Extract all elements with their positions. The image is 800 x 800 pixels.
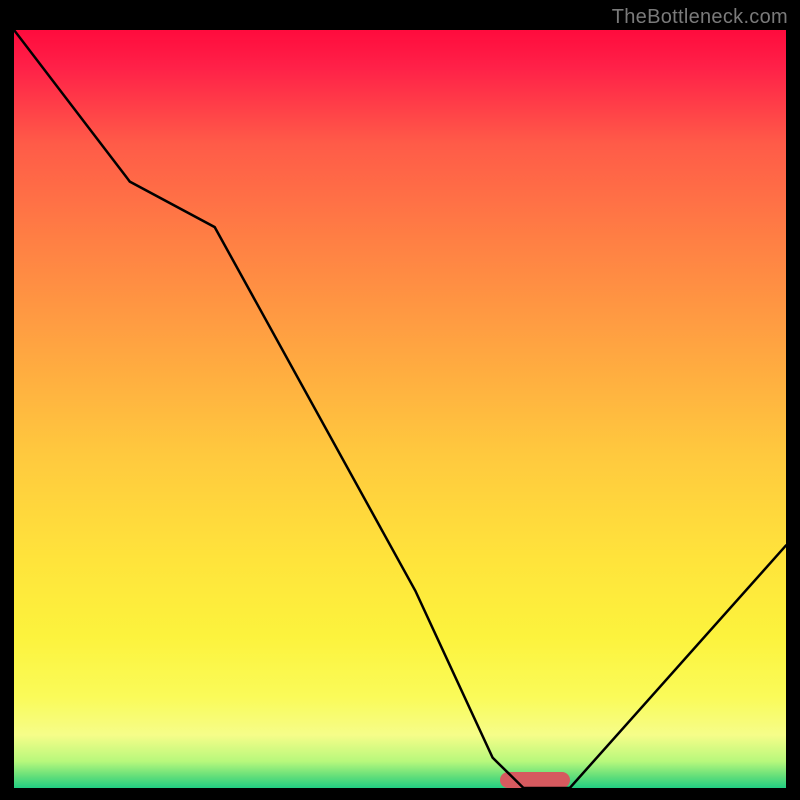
bottleneck-marker [500,772,569,788]
gradient-plot-area [14,30,786,788]
watermark-text: TheBottleneck.com [612,6,788,29]
